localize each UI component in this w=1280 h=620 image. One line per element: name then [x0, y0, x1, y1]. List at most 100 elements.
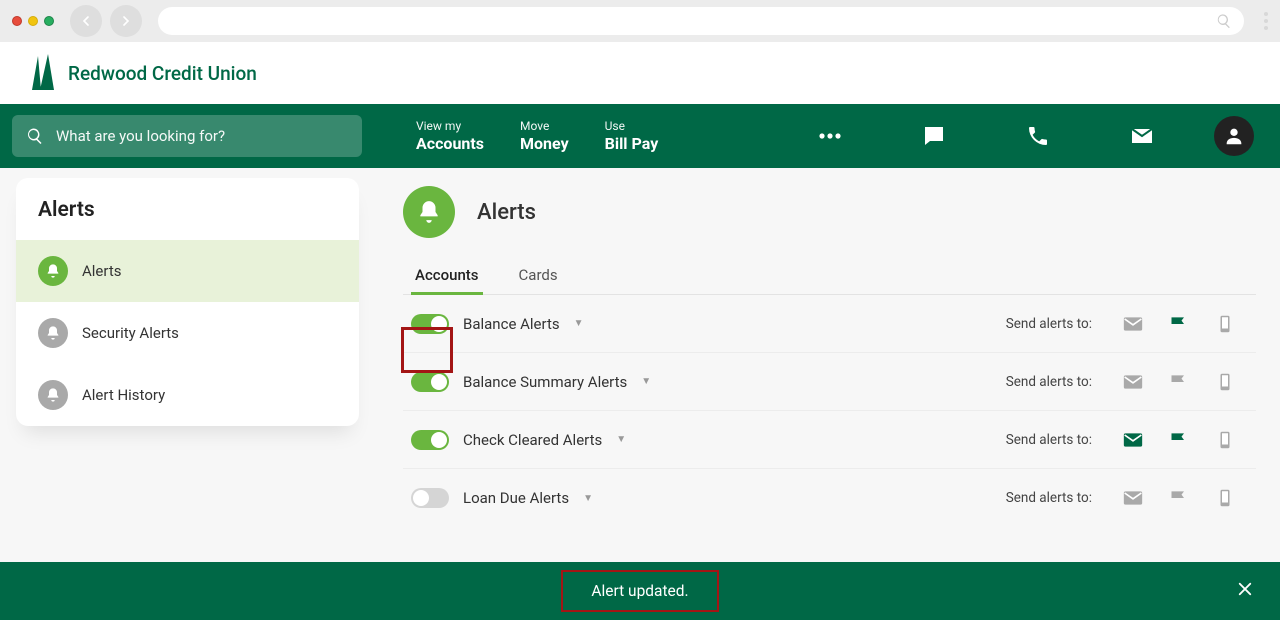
alert-label: Loan Due Alerts [463, 489, 569, 507]
browser-menu-button[interactable] [1264, 12, 1268, 30]
window-controls [12, 16, 54, 26]
toast-message: Alert updated. [561, 570, 718, 612]
flag-icon [1169, 315, 1189, 333]
toggle-balance-alerts[interactable] [411, 314, 449, 334]
send-to-label: Send alerts to: [1006, 432, 1092, 448]
chevron-right-icon [118, 13, 134, 29]
channel-phone[interactable] [1210, 429, 1240, 451]
mobile-icon [1215, 315, 1235, 333]
chevron-down-icon[interactable]: ▼ [574, 318, 584, 329]
browser-chrome [0, 0, 1280, 42]
nav-item-accounts[interactable]: View my Accounts [416, 119, 484, 153]
main-header: Alerts [403, 186, 1256, 238]
bell-icon [38, 380, 68, 410]
channel-text[interactable] [1164, 487, 1194, 509]
primary-nav: What are you looking for? View my Accoun… [0, 104, 1280, 168]
close-icon [1236, 580, 1254, 598]
mail-icon [1130, 124, 1154, 148]
mail-icon [1123, 373, 1143, 391]
page-title: Alerts [477, 200, 536, 225]
flag-icon [1169, 373, 1189, 391]
close-window-icon[interactable] [12, 16, 22, 26]
logo-mark-icon [30, 54, 58, 92]
send-to-label: Send alerts to: [1006, 490, 1092, 506]
sidebar-item-label: Alert History [82, 386, 165, 404]
search-icon [26, 127, 44, 145]
channel-email[interactable] [1118, 429, 1148, 451]
nav-item-money[interactable]: Move Money [520, 119, 569, 153]
tab-cards[interactable]: Cards [517, 258, 560, 294]
minimize-window-icon[interactable] [28, 16, 38, 26]
page-body: Alerts Alerts Security Alerts Alert Hist… [0, 168, 1280, 527]
brand-logo[interactable]: Redwood Credit Union [30, 54, 257, 92]
maximize-window-icon[interactable] [44, 16, 54, 26]
channel-phone[interactable] [1210, 487, 1240, 509]
mail-button[interactable] [1118, 124, 1166, 148]
profile-button[interactable] [1214, 116, 1254, 156]
call-button[interactable] [1014, 124, 1062, 148]
search-icon [1216, 13, 1232, 29]
url-bar[interactable] [158, 7, 1244, 35]
channel-email[interactable] [1118, 487, 1148, 509]
alert-label: Balance Alerts [463, 315, 560, 333]
sidebar-title: Alerts [16, 178, 359, 240]
logo-bar: Redwood Credit Union [0, 42, 1280, 104]
alert-label: Check Cleared Alerts [463, 431, 602, 449]
chevron-down-icon[interactable]: ▼ [641, 376, 651, 387]
back-button[interactable] [70, 5, 102, 37]
send-to-label: Send alerts to: [1006, 316, 1092, 332]
brand-name: Redwood Credit Union [68, 62, 257, 85]
tab-accounts[interactable]: Accounts [413, 258, 481, 294]
alert-row-check-cleared: Check Cleared Alerts ▼ Send alerts to: [403, 411, 1256, 469]
sidebar-item-label: Alerts [82, 262, 122, 280]
chat-icon [922, 124, 946, 148]
chevron-down-icon[interactable]: ▼ [616, 434, 626, 445]
alert-row-balance-summary: Balance Summary Alerts ▼ Send alerts to: [403, 353, 1256, 411]
sidebar-item-alert-history[interactable]: Alert History [16, 364, 359, 426]
sidebar-item-label: Security Alerts [82, 324, 179, 342]
channel-text[interactable] [1164, 371, 1194, 393]
toggle-balance-summary-alerts[interactable] [411, 372, 449, 392]
channel-email[interactable] [1118, 371, 1148, 393]
nav-item-billpay[interactable]: Use Bill Pay [605, 119, 659, 153]
mail-icon [1123, 315, 1143, 333]
alerts-list: Balance Alerts ▼ Send alerts to: Balance… [403, 295, 1256, 527]
flag-icon [1169, 489, 1189, 507]
dots-horizontal-icon [818, 132, 842, 140]
mobile-icon [1215, 373, 1235, 391]
send-to-label: Send alerts to: [1006, 374, 1092, 390]
chevron-left-icon [78, 13, 94, 29]
toast-close-button[interactable] [1236, 580, 1254, 602]
chat-button[interactable] [910, 124, 958, 148]
more-menu-button[interactable] [806, 132, 854, 140]
nav-links: View my Accounts Move Money Use Bill Pay [416, 119, 658, 153]
mobile-icon [1215, 431, 1235, 449]
sidebar-card: Alerts Alerts Security Alerts Alert Hist… [16, 178, 359, 426]
phone-icon [1026, 124, 1050, 148]
channel-email[interactable] [1118, 313, 1148, 335]
sidebar-item-security-alerts[interactable]: Security Alerts [16, 302, 359, 364]
alert-label: Balance Summary Alerts [463, 373, 627, 391]
bell-icon [38, 318, 68, 348]
search-placeholder: What are you looking for? [56, 127, 225, 145]
channel-text[interactable] [1164, 313, 1194, 335]
mail-icon [1123, 431, 1143, 449]
search-input[interactable]: What are you looking for? [12, 115, 362, 157]
channel-text[interactable] [1164, 429, 1194, 451]
sidebar: Alerts Alerts Security Alerts Alert Hist… [0, 168, 375, 527]
tabs: Accounts Cards [403, 258, 1256, 295]
mail-icon [1123, 489, 1143, 507]
flag-icon [1169, 431, 1189, 449]
toggle-loan-due-alerts[interactable] [411, 488, 449, 508]
main-content: Alerts Accounts Cards Balance Alerts ▼ S… [375, 168, 1280, 527]
toast-bar: Alert updated. [0, 562, 1280, 620]
chevron-down-icon[interactable]: ▼ [583, 493, 593, 504]
sidebar-item-alerts[interactable]: Alerts [16, 240, 359, 302]
mobile-icon [1215, 489, 1235, 507]
channel-phone[interactable] [1210, 313, 1240, 335]
alert-row-balance: Balance Alerts ▼ Send alerts to: [403, 295, 1256, 353]
toggle-check-cleared-alerts[interactable] [411, 430, 449, 450]
forward-button[interactable] [110, 5, 142, 37]
channel-phone[interactable] [1210, 371, 1240, 393]
person-icon [1223, 125, 1245, 147]
